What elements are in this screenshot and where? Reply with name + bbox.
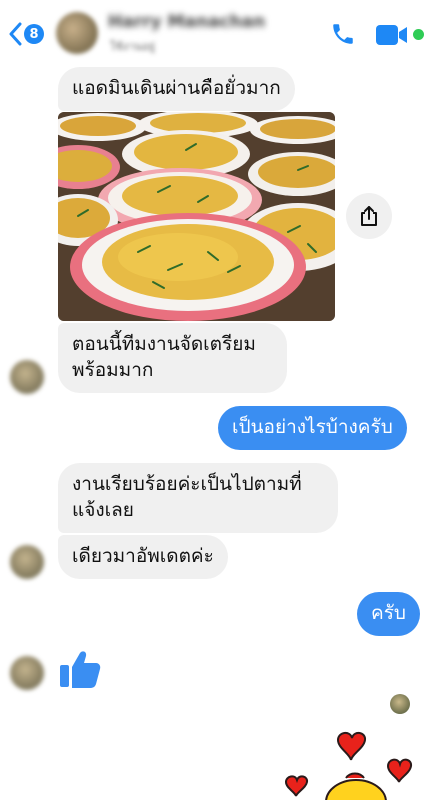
message-text: ครับ [371,602,406,624]
sender-avatar[interactable] [10,360,44,394]
video-camera-icon[interactable] [376,24,408,46]
incoming-message-bubble[interactable]: งานเรียบร้อยค่ะเป็นไปตามที่ แจ้งเลย [58,463,338,533]
outgoing-message-bubble[interactable]: เป็นอย่างไรบ้างครับ [218,406,407,450]
message-text: เดียวมาอัพเดตค่ะ [72,545,214,567]
contact-avatar[interactable] [56,12,98,54]
message-text-line: ตอนนี้ทีมงานจัดเตรียม [72,333,256,355]
incoming-message-bubble[interactable]: เดียวมาอัพเดตค่ะ [58,535,228,579]
sender-avatar[interactable] [10,545,44,579]
contact-status: ใช้งานอยู่ [110,40,155,53]
unread-count-badge: 8 [24,24,44,44]
message-text: เป็นอย่างไรบ้างครับ [232,416,393,438]
thumbs-up-icon[interactable] [58,647,102,691]
chat-header: 8 Harry Manachan ใช้งานอยู่ [0,0,430,66]
message-text-line: พร้อมมาก [72,359,154,381]
online-status-dot [413,29,424,40]
noodles-photo [58,112,335,321]
contact-name[interactable]: Harry Manachan [108,12,265,32]
share-button[interactable] [346,193,392,239]
sender-avatar[interactable] [10,656,44,690]
incoming-message-bubble[interactable]: แอดมินเดินผ่านคือยั่วมาก [58,67,295,111]
read-receipt-avatar [390,694,410,714]
hearts-sticker[interactable] [280,726,430,800]
message-text: แอดมินเดินผ่านคือยั่วมาก [72,77,281,99]
photo-attachment[interactable] [58,112,335,321]
incoming-message-bubble[interactable]: ตอนนี้ทีมงานจัดเตรียม พร้อมมาก [58,323,287,393]
message-text-line: งานเรียบร้อยค่ะเป็นไปตามที่ [72,473,302,495]
back-chevron-icon [9,22,22,46]
outgoing-message-bubble[interactable]: ครับ [357,592,420,636]
share-icon [361,206,377,226]
message-text-line: แจ้งเลย [72,499,134,521]
phone-icon[interactable] [330,21,356,47]
back-button[interactable]: 8 [8,20,48,48]
